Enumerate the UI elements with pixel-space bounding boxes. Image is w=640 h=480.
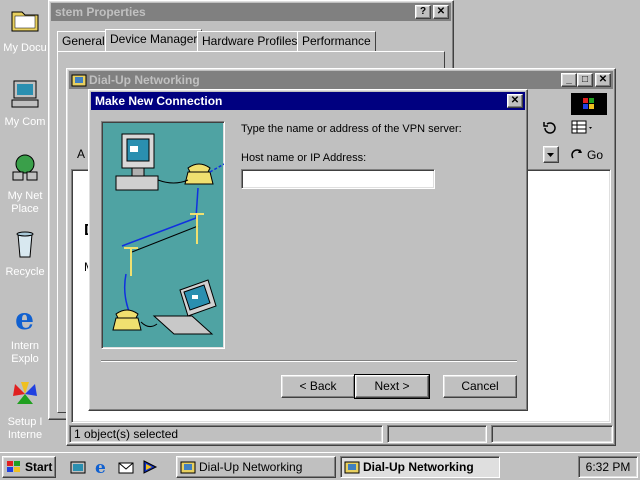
ie-icon: e (15, 302, 34, 337)
folder-icon (11, 11, 39, 32)
msn-icon (13, 382, 37, 404)
network-icon (12, 154, 38, 181)
desktop-icon-label: My Com (4, 116, 46, 128)
desktop-icon-label: My Net (7, 190, 43, 202)
taskbar-item-label: Dial-Up Networking (199, 460, 303, 474)
desktop-icon-internet-explorer[interactable]: e Intern Explo (0, 302, 50, 366)
go-button[interactable]: Go (571, 145, 611, 165)
desktop-icon-label: My Docu (3, 42, 47, 54)
cancel-button[interactable]: Cancel (443, 375, 517, 398)
wizard-separator (101, 360, 517, 362)
window-title: Dial-Up Networking (89, 73, 200, 87)
go-arrow-icon (571, 149, 582, 159)
dialup-network-illustration-icon (112, 133, 224, 335)
internet-explorer-icon[interactable]: e (94, 458, 110, 476)
address-dropdown-button[interactable] (543, 146, 559, 163)
status-pane-2 (387, 425, 487, 443)
system-properties-titlebar[interactable]: stem Properties ? ✕ (51, 3, 451, 21)
desktop-icon-recycle-bin[interactable]: Recycle (0, 228, 50, 279)
desktop-icon-my-documents[interactable]: My Docu (0, 4, 50, 55)
go-label: Go (587, 148, 604, 162)
close-button[interactable]: ✕ (507, 94, 523, 108)
tab-hardware-profiles[interactable]: Hardware Profiles (197, 31, 303, 51)
make-new-connection-dialog: Make New Connection ✕ Type the name or a… (88, 89, 528, 411)
tab-general[interactable]: General (57, 31, 110, 51)
status-pane-3 (491, 425, 613, 443)
desktop-icon-setup-msn[interactable]: Setup I Interne (0, 378, 50, 442)
taskbar-item-label: Dial-Up Networking (363, 460, 474, 474)
start-label: Start (25, 460, 53, 474)
undo-icon[interactable] (541, 119, 559, 137)
channels-icon[interactable] (142, 459, 158, 475)
desktop-icon-label-line2: Interne (7, 429, 43, 441)
window-title: Make New Connection (95, 94, 223, 108)
tab-strip: General Device Manager Hardware Profiles… (57, 29, 447, 51)
desktop-icon-label: Setup I (7, 416, 43, 428)
desktop-icon-label: Recycle (5, 266, 45, 278)
tab-device-manager[interactable]: Device Manager (105, 29, 203, 51)
status-bar: 1 object(s) selected (69, 425, 615, 445)
help-button[interactable]: ? (415, 5, 431, 19)
recycle-bin-icon (16, 231, 34, 258)
desktop-icon-network[interactable]: My Net Place (0, 152, 50, 216)
dialup-titlebar[interactable]: Dial-Up Networking _ □ ✕ (69, 71, 613, 89)
views-icon[interactable] (571, 119, 595, 137)
system-tray: 6:32 PM (578, 456, 638, 478)
desktop-icon-label-line2: Explo (11, 353, 39, 365)
desktop-icon-label: Intern (10, 340, 40, 352)
dialup-folder-icon (180, 461, 196, 474)
close-button[interactable]: ✕ (433, 5, 449, 19)
taskbar-item-dialup-1[interactable]: Dial-Up Networking (176, 456, 336, 478)
desktop-icon-label-line2: Place (11, 203, 39, 215)
address-label: A (77, 147, 86, 161)
wizard-titlebar[interactable]: Make New Connection ✕ (91, 92, 525, 110)
host-name-input[interactable] (241, 169, 435, 189)
minimize-button[interactable]: _ (561, 73, 577, 87)
next-button[interactable]: Next > (354, 374, 430, 399)
status-pane: 1 object(s) selected (69, 425, 383, 443)
quick-launch: e (66, 456, 166, 478)
close-button[interactable]: ✕ (595, 73, 611, 87)
wizard-illustration (101, 121, 225, 349)
back-button[interactable]: < Back (281, 375, 355, 398)
windows-logo-icon (571, 93, 607, 115)
window-title: stem Properties (55, 5, 146, 19)
desktop-icon-my-computer[interactable]: My Com (0, 78, 50, 129)
taskbar: Start e Dial-Up Networking Dial-Up Netwo… (0, 452, 640, 480)
start-button[interactable]: Start (2, 456, 56, 478)
tab-performance[interactable]: Performance (297, 31, 376, 51)
taskbar-item-dialup-2[interactable]: Dial-Up Networking (340, 456, 500, 478)
maximize-button[interactable]: □ (577, 73, 593, 87)
wizard-prompt: Type the name or address of the VPN serv… (241, 123, 462, 135)
svg-text:e: e (15, 302, 34, 334)
dialup-folder-icon (71, 74, 87, 87)
clock[interactable]: 6:32 PM (586, 460, 631, 474)
host-name-label: Host name or IP Address: (241, 152, 367, 164)
chevron-down-icon (547, 153, 554, 157)
svg-text:e: e (95, 458, 106, 476)
outlook-express-icon[interactable] (118, 459, 134, 475)
dialup-folder-icon (344, 461, 360, 474)
computer-icon (11, 80, 39, 108)
show-desktop-icon[interactable] (70, 459, 86, 475)
windows-flag-icon (7, 461, 20, 472)
